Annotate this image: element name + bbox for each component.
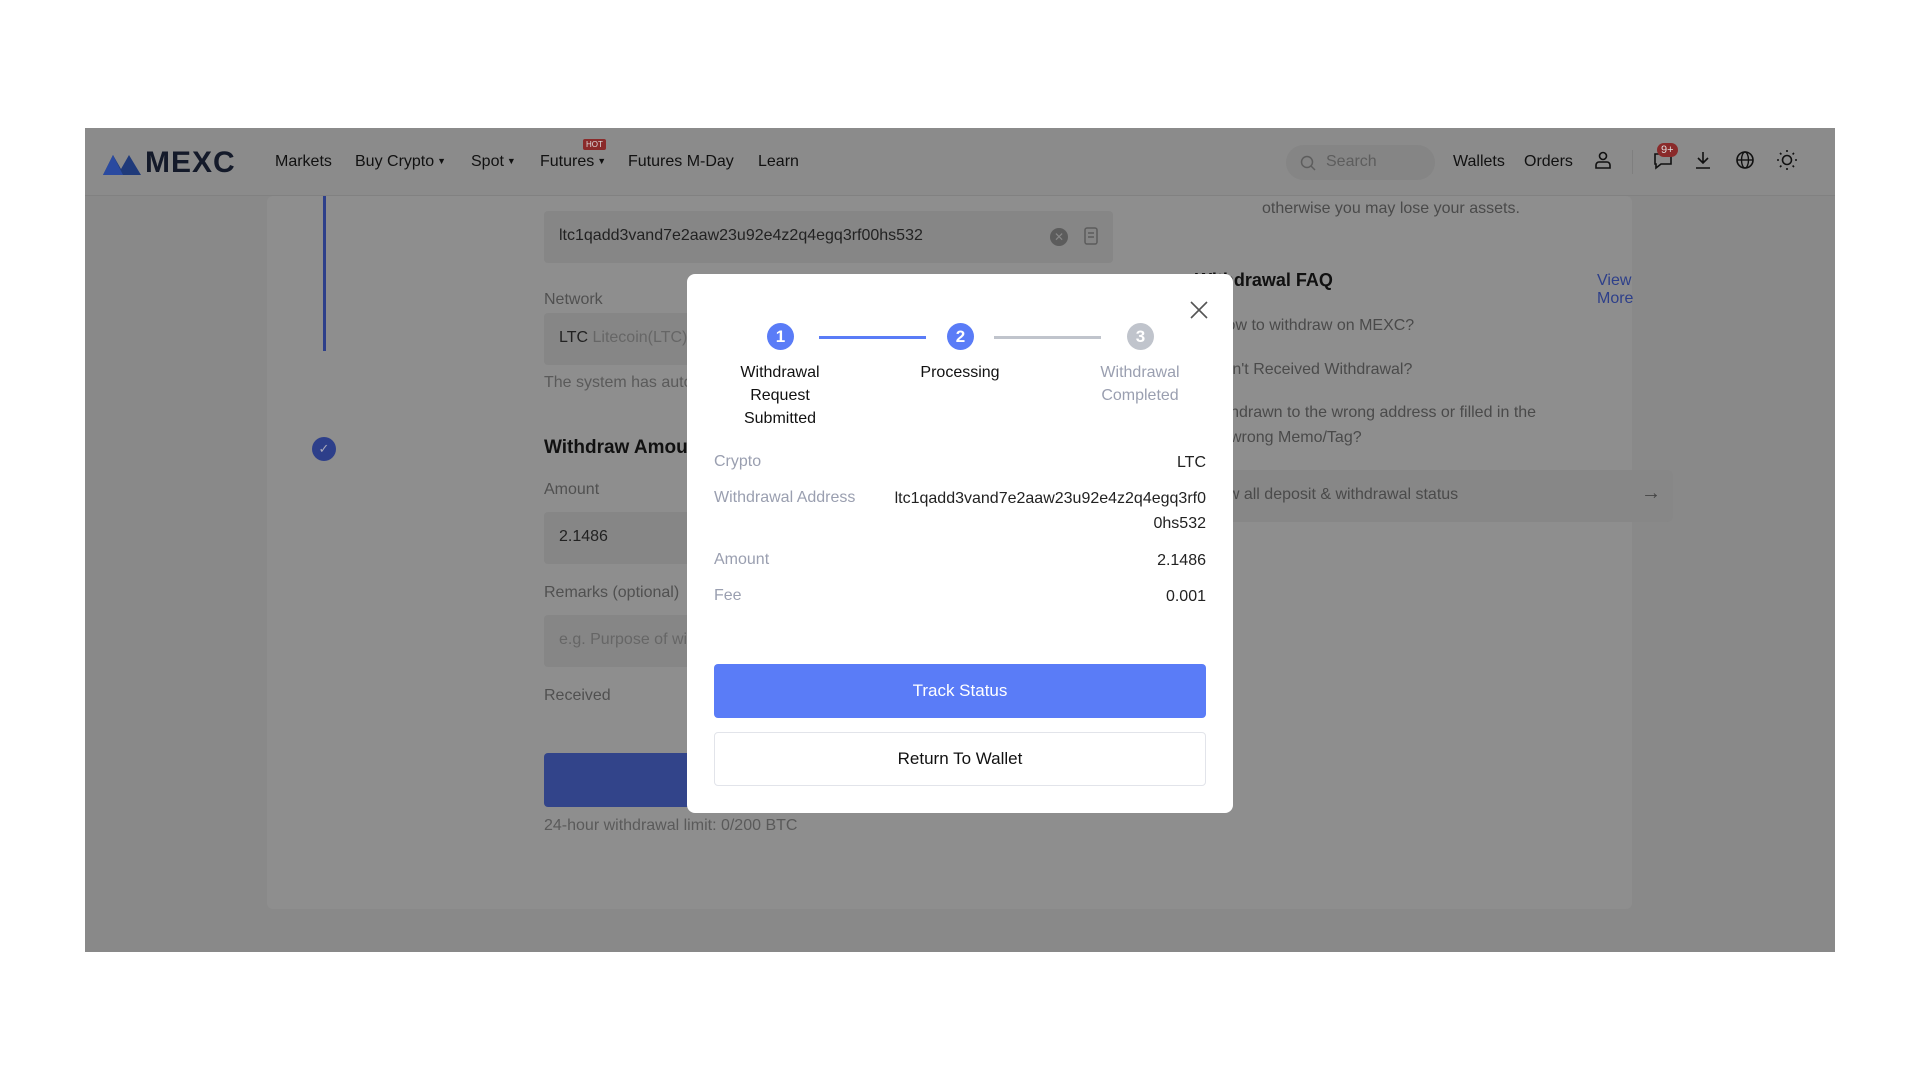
remarks-label: Remarks (optional) [544,584,680,601]
step-connector-done [819,336,926,339]
withdrawal-status-modal: 1 2 3 Withdrawal Request Submitted Proce… [687,274,1233,813]
step-2-label: Processing [920,364,1000,381]
crypto-label: Crypto [714,453,762,470]
nav-label: Spot [471,153,504,170]
nav-futures[interactable]: Futures ▼ [540,153,606,171]
nav-markets[interactable]: Markets [275,153,332,171]
faq-item[interactable]: Withdrawn to the wrong address or filled… [1207,404,1536,422]
step-1-circle: 1 [767,323,794,350]
clear-icon[interactable]: ✕ [1050,228,1068,246]
arrow-right-icon: → [1641,482,1661,504]
track-status-button[interactable]: Track Status [714,664,1206,718]
faq-item-cont: wrong Memo/Tag? [1230,429,1362,446]
amount-value: 2.1486 [1157,552,1206,569]
logo[interactable]: MEXC [103,146,236,180]
amount-label: Amount [714,551,770,568]
fee-label: Fee [714,587,742,604]
section-title: Withdraw Amount [544,437,706,458]
status-link-text: View all deposit & withdrawal status [1205,486,1459,503]
return-to-wallet-button[interactable]: Return To Wallet [714,732,1206,786]
step-line [323,196,326,351]
nav-learn[interactable]: Learn [758,153,799,171]
close-icon[interactable] [1189,300,1209,320]
search-placeholder: Search [1326,153,1377,170]
nav-label: Futures [540,153,595,170]
step-3-circle: 3 [1127,323,1154,350]
download-icon[interactable] [1690,147,1716,173]
nav-futures-mday[interactable]: Futures M-Day [628,153,734,171]
address-value-line2: 0hs532 [1153,515,1207,532]
crypto-value: LTC [1176,454,1206,471]
notification-badge: 9+ [1657,143,1678,157]
step-2-circle: 2 [947,323,974,350]
search-input[interactable]: Search [1286,145,1435,180]
logo-text: MEXC [145,146,236,179]
step-3-label: Withdrawal Completed [1100,364,1180,404]
network-code: LTC [559,329,589,346]
theme-sun-icon[interactable] [1774,147,1800,173]
hot-badge: HOT [583,139,606,150]
nav-spot[interactable]: Spot ▼ [471,153,516,171]
amount-label: Amount [544,481,600,498]
nav-buy-crypto[interactable]: Buy Crypto ▼ [355,153,446,171]
nav-label: Buy Crypto [355,153,435,170]
address-label: Withdrawal Address [714,489,856,506]
faq-item[interactable]: How to withdraw on MEXC? [1215,317,1414,335]
withdrawal-limit: 24-hour withdrawal limit: 0/200 BTC [544,817,798,834]
received-label: Received [544,687,611,704]
nav-orders[interactable]: Orders [1524,153,1573,171]
address-value: ltc1qadd3vand7e2aaw23u92e4z2q4egq3rf00hs… [559,227,923,244]
mexc-logo-icon [103,155,141,175]
step-1-label: Withdrawal Request Submitted [740,364,820,427]
caret-down-icon: ▼ [437,156,447,166]
network-name: Litecoin(LTC) [592,329,688,346]
globe-icon[interactable] [1732,147,1758,173]
fee-value: 0.001 [1165,588,1206,605]
divider [1632,150,1633,174]
address-input[interactable]: ltc1qadd3vand7e2aaw23u92e4z2q4egq3rf00hs… [544,211,1113,263]
address-value-line1: ltc1qadd3vand7e2aaw23u92e4z2q4egq3rf0 [894,490,1206,507]
search-icon [1300,155,1316,171]
view-more-link[interactable]: View More [1597,272,1633,308]
caret-down-icon: ▼ [506,156,516,166]
caret-down-icon: ▼ [597,156,607,166]
step-connector-pending [994,336,1101,339]
check-icon: ✓ [312,437,336,461]
nav-wallets[interactable]: Wallets [1453,153,1505,171]
top-nav: MEXC Markets Buy Crypto ▼ Spot ▼ Futures ▼ … [85,128,1835,196]
paste-icon[interactable] [1084,227,1098,245]
warning-text: otherwise you may lose your assets. [1262,200,1520,217]
network-label: Network [544,291,603,308]
user-icon[interactable] [1590,147,1616,173]
status-link[interactable]: View all deposit & withdrawal status → [1170,470,1673,522]
